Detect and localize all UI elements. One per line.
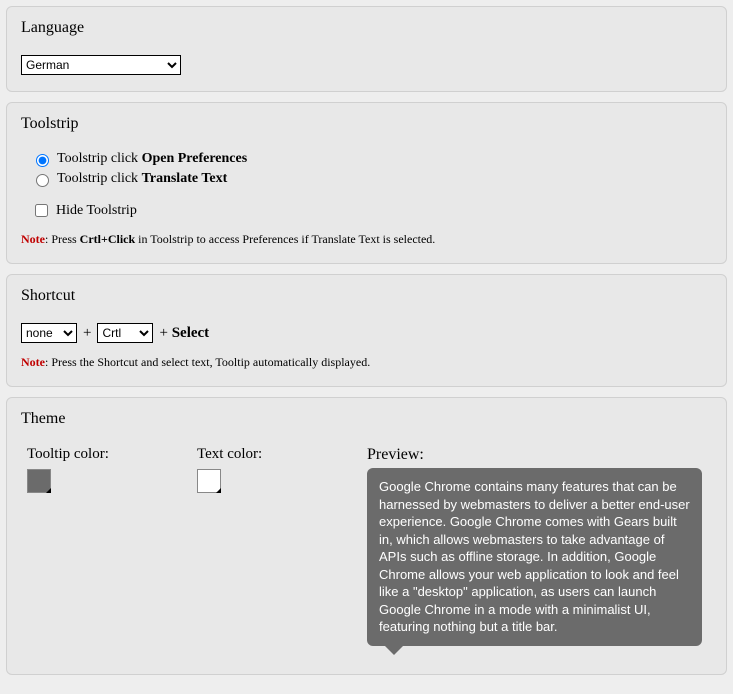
toolstrip-radio-open-row: Toolstrip click Open Preferences bbox=[31, 151, 712, 167]
toolstrip-hide-label: Hide Toolstrip bbox=[56, 203, 137, 219]
toolstrip-radio-prefix-2: Toolstrip click bbox=[57, 171, 142, 186]
shortcut-panel: Shortcut none + Crtl + Select Note: Pres… bbox=[6, 274, 727, 387]
language-select[interactable]: German bbox=[21, 55, 181, 75]
theme-body: Tooltip color: Text color: Preview: Goog… bbox=[21, 446, 712, 646]
shortcut-note-text: : Press the Shortcut and select text, To… bbox=[45, 355, 370, 369]
shortcut-select-label: Select bbox=[172, 325, 209, 341]
toolstrip-radio-translate-bold: Translate Text bbox=[142, 171, 228, 186]
shortcut-title: Shortcut bbox=[21, 287, 712, 305]
toolstrip-note-rest: in Toolstrip to access Preferences if Tr… bbox=[135, 232, 435, 246]
toolstrip-radio-open-preferences[interactable] bbox=[36, 154, 49, 167]
toolstrip-radio-translate-label: Toolstrip click Translate Text bbox=[57, 171, 227, 187]
dropdown-corner-icon bbox=[216, 488, 221, 493]
theme-title: Theme bbox=[21, 410, 712, 428]
toolstrip-hide-checkbox[interactable] bbox=[35, 204, 48, 217]
dropdown-corner-icon bbox=[46, 488, 51, 493]
theme-panel: Theme Tooltip color: Text color: Preview… bbox=[6, 397, 727, 675]
toolstrip-title: Toolstrip bbox=[21, 115, 712, 133]
toolstrip-radio-open-label: Toolstrip click Open Preferences bbox=[57, 151, 247, 167]
shortcut-plus-2-sym: + bbox=[159, 325, 167, 341]
text-color-swatch[interactable] bbox=[197, 469, 221, 493]
toolstrip-note-label: Note bbox=[21, 232, 45, 246]
shortcut-plus-2: + Select bbox=[159, 325, 209, 342]
toolstrip-radio-open-bold: Open Preferences bbox=[142, 151, 248, 166]
tooltip-color-swatch[interactable] bbox=[27, 469, 51, 493]
toolstrip-radio-translate-text[interactable] bbox=[36, 174, 49, 187]
shortcut-plus-1: + bbox=[83, 325, 91, 342]
preview-col: Preview: Google Chrome contains many fea… bbox=[367, 446, 712, 646]
preview-label: Preview: bbox=[367, 446, 712, 464]
toolstrip-radio-prefix-1: Toolstrip click bbox=[57, 151, 142, 166]
tooltip-color-col: Tooltip color: bbox=[27, 446, 167, 493]
shortcut-select-2[interactable]: Crtl bbox=[97, 323, 153, 343]
toolstrip-note-keys: Crtl+Click bbox=[80, 232, 136, 246]
shortcut-note-label: Note bbox=[21, 355, 45, 369]
toolstrip-panel: Toolstrip Toolstrip click Open Preferenc… bbox=[6, 102, 727, 264]
shortcut-note: Note: Press the Shortcut and select text… bbox=[21, 355, 712, 370]
toolstrip-hide-row: Hide Toolstrip bbox=[31, 201, 712, 220]
language-panel: Language German bbox=[6, 6, 727, 92]
toolstrip-note: Note: Press Crtl+Click in Toolstrip to a… bbox=[21, 232, 712, 247]
text-color-label: Text color: bbox=[197, 446, 337, 463]
toolstrip-radio-translate-row: Toolstrip click Translate Text bbox=[31, 171, 712, 187]
tooltip-preview: Google Chrome contains many features tha… bbox=[367, 468, 702, 646]
language-title: Language bbox=[21, 19, 712, 37]
shortcut-row: none + Crtl + Select bbox=[21, 323, 712, 343]
text-color-col: Text color: bbox=[197, 446, 337, 493]
tooltip-color-label: Tooltip color: bbox=[27, 446, 167, 463]
shortcut-select-1[interactable]: none bbox=[21, 323, 77, 343]
toolstrip-note-text1: : Press bbox=[45, 232, 80, 246]
